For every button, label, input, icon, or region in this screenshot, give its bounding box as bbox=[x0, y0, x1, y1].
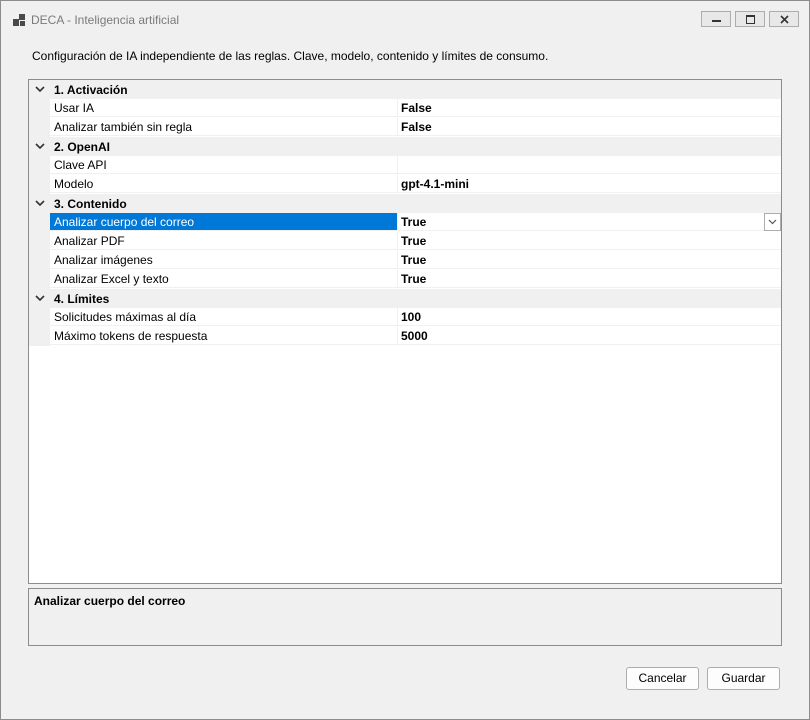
property-name[interactable]: Analizar imágenes bbox=[50, 251, 397, 269]
dropdown-arrow-icon bbox=[768, 219, 777, 225]
save-button[interactable]: Guardar bbox=[707, 667, 780, 690]
row-margin bbox=[29, 99, 50, 118]
property-name[interactable]: Analizar PDF bbox=[50, 232, 397, 250]
chevron-down-icon[interactable] bbox=[33, 82, 47, 96]
property-value[interactable]: True bbox=[397, 213, 781, 231]
property-row-analizar-excel[interactable]: Analizar Excel y texto True bbox=[29, 270, 781, 289]
restore-button[interactable] bbox=[735, 11, 765, 27]
property-row-analizar-imagenes[interactable]: Analizar imágenes True bbox=[29, 251, 781, 270]
row-margin bbox=[29, 251, 50, 270]
category-label: 2. OpenAI bbox=[54, 140, 111, 154]
property-row-analizar-cuerpo[interactable]: Analizar cuerpo del correo True bbox=[29, 213, 781, 232]
property-value[interactable]: True bbox=[397, 270, 781, 288]
property-value[interactable]: 5000 bbox=[397, 327, 781, 345]
property-name[interactable]: Analizar cuerpo del correo bbox=[50, 213, 397, 231]
property-value[interactable]: gpt-4.1-mini bbox=[397, 175, 781, 193]
row-margin bbox=[29, 308, 50, 327]
app-icon bbox=[13, 14, 25, 26]
dialog-window: DECA - Inteligencia artificial Configura… bbox=[0, 0, 810, 720]
property-value[interactable]: False bbox=[397, 118, 781, 136]
property-help-panel: Analizar cuerpo del correo bbox=[28, 588, 782, 646]
restore-icon bbox=[746, 15, 755, 24]
chevron-down-icon[interactable] bbox=[33, 139, 47, 153]
row-margin bbox=[29, 213, 50, 232]
property-row-usar-ia[interactable]: Usar IA False bbox=[29, 99, 781, 118]
property-row-max-tokens[interactable]: Máximo tokens de respuesta 5000 bbox=[29, 327, 781, 346]
property-grid[interactable]: 1. Activación Usar IA False Analizar tam… bbox=[28, 79, 782, 584]
property-row-analizar-sin-regla[interactable]: Analizar también sin regla False bbox=[29, 118, 781, 137]
description-text: Configuración de IA independiente de las… bbox=[32, 49, 549, 63]
close-icon bbox=[780, 15, 789, 24]
property-name[interactable]: Analizar también sin regla bbox=[50, 118, 397, 136]
category-label: 3. Contenido bbox=[54, 197, 127, 211]
property-row-clave-api[interactable]: Clave API bbox=[29, 156, 781, 175]
help-title: Analizar cuerpo del correo bbox=[34, 594, 186, 608]
property-name[interactable]: Modelo bbox=[50, 175, 397, 193]
property-value[interactable]: True bbox=[397, 232, 781, 250]
property-value-text: True bbox=[401, 215, 427, 229]
row-margin bbox=[29, 156, 50, 175]
chevron-down-icon[interactable] bbox=[33, 291, 47, 305]
property-name[interactable]: Solicitudes máximas al día bbox=[50, 308, 397, 326]
category-label: 1. Activación bbox=[54, 83, 128, 97]
minimize-button[interactable] bbox=[701, 11, 731, 27]
property-value[interactable]: True bbox=[397, 251, 781, 269]
category-activacion[interactable]: 1. Activación bbox=[29, 80, 781, 99]
property-name[interactable]: Clave API bbox=[50, 156, 397, 174]
property-row-modelo[interactable]: Modelo gpt-4.1-mini bbox=[29, 175, 781, 194]
category-limites[interactable]: 4. Límites bbox=[29, 289, 781, 308]
row-margin bbox=[29, 118, 50, 137]
chevron-down-icon[interactable] bbox=[33, 196, 47, 210]
title-bar[interactable]: DECA - Inteligencia artificial bbox=[1, 1, 809, 39]
row-margin bbox=[29, 327, 50, 346]
window-title: DECA - Inteligencia artificial bbox=[31, 13, 180, 27]
row-margin bbox=[29, 175, 50, 194]
property-name[interactable]: Usar IA bbox=[50, 99, 397, 117]
row-margin bbox=[29, 270, 50, 289]
minimize-icon bbox=[712, 20, 721, 22]
property-row-solicitudes[interactable]: Solicitudes máximas al día 100 bbox=[29, 308, 781, 327]
property-name[interactable]: Analizar Excel y texto bbox=[50, 270, 397, 288]
category-openai[interactable]: 2. OpenAI bbox=[29, 137, 781, 156]
close-button[interactable] bbox=[769, 11, 799, 27]
category-label: 4. Límites bbox=[54, 292, 110, 306]
dropdown-button[interactable] bbox=[764, 213, 781, 231]
property-value[interactable] bbox=[397, 156, 781, 174]
property-value[interactable]: 100 bbox=[397, 308, 781, 326]
property-value[interactable]: False bbox=[397, 99, 781, 117]
property-row-analizar-pdf[interactable]: Analizar PDF True bbox=[29, 232, 781, 251]
category-contenido[interactable]: 3. Contenido bbox=[29, 194, 781, 213]
row-margin bbox=[29, 232, 50, 251]
cancel-button[interactable]: Cancelar bbox=[626, 667, 699, 690]
property-name[interactable]: Máximo tokens de respuesta bbox=[50, 327, 397, 345]
